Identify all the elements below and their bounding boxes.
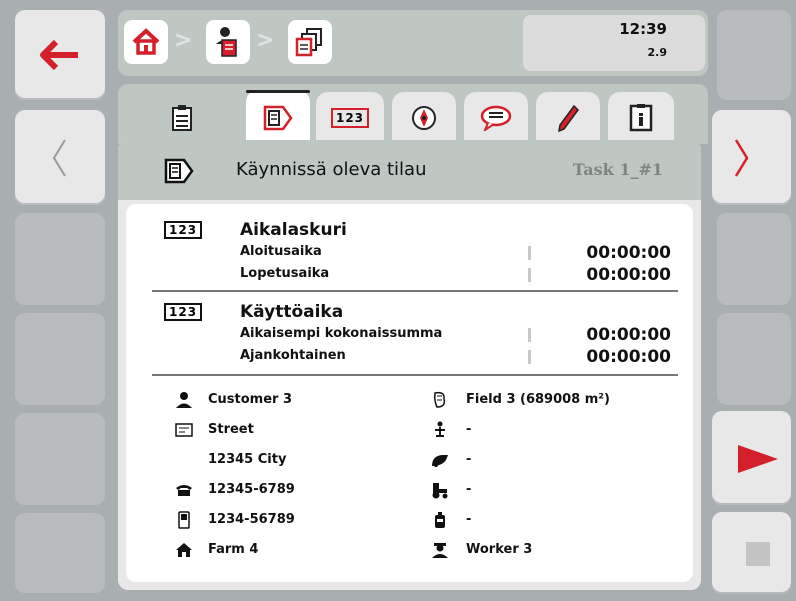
right-slot-4	[717, 313, 791, 405]
scroll-right-button[interactable]	[712, 110, 791, 205]
chevron-right-icon	[734, 139, 749, 177]
crumb-task-controller[interactable]	[206, 20, 250, 64]
tractor-value: -	[466, 482, 472, 497]
timer-title: Aikalaskuri	[240, 220, 347, 240]
documents-icon	[295, 28, 322, 57]
compass-icon	[412, 106, 436, 130]
divider	[528, 268, 531, 282]
crumb-orders[interactable]	[288, 20, 332, 64]
left-slot-5	[15, 413, 105, 505]
timer-start-value: 00:00:00	[586, 243, 671, 263]
customer-name: Customer 3	[208, 392, 293, 407]
phone-number: 12345-6789	[208, 482, 295, 497]
worker-icon	[430, 540, 450, 560]
implement-value: -	[466, 512, 472, 527]
fertilizer-value: -	[466, 452, 472, 467]
mobile-number: 1234-56789	[208, 512, 295, 527]
breadcrumb-separator: >	[174, 28, 193, 53]
street: Street	[208, 422, 254, 437]
pen-icon	[558, 104, 579, 132]
usage-current-value: 00:00:00	[586, 347, 671, 367]
usage-previous-value: 00:00:00	[586, 325, 671, 345]
tractor-icon	[430, 480, 450, 500]
timer-end-value: 00:00:00	[586, 265, 671, 285]
left-slot-6	[15, 513, 105, 593]
chevron-left-icon	[52, 139, 66, 177]
running-order-icon	[263, 105, 293, 131]
timer-start-label: Aloitusaika	[240, 244, 322, 259]
section-divider	[152, 374, 678, 376]
divider	[528, 246, 531, 260]
tab-active-indicator	[246, 90, 310, 93]
order-title: Käynnissä oleva tilau	[236, 159, 427, 180]
city: 12345 City	[208, 452, 287, 467]
task-id: Task 1_#1	[572, 160, 663, 179]
section-divider	[152, 290, 678, 292]
tab-active-order[interactable]	[246, 90, 310, 146]
breadcrumb-separator: >	[256, 28, 275, 53]
farm-icon	[174, 540, 194, 560]
info-document-icon	[629, 104, 653, 132]
home-icon	[132, 28, 160, 55]
left-slot-4	[15, 313, 105, 405]
order-content: 123 Aikalaskuri Aloitusaika 00:00:00 Lop…	[126, 204, 693, 582]
machine-value: -	[466, 422, 472, 437]
tab-comments[interactable]	[464, 92, 528, 144]
stop-icon	[746, 542, 770, 566]
usage-title: Käyttöaika	[240, 302, 344, 322]
phone-icon	[174, 480, 194, 500]
arrow-left-icon	[40, 40, 78, 70]
running-order-icon	[164, 158, 194, 184]
right-slot-3	[717, 213, 791, 305]
tab-info[interactable]	[608, 92, 674, 144]
address-icon	[174, 420, 194, 440]
start-button[interactable]	[712, 411, 791, 505]
right-slot-1	[717, 10, 791, 100]
divider	[528, 350, 531, 364]
customer-icon	[174, 390, 194, 410]
counter-icon: 123	[164, 303, 203, 321]
tab-edit[interactable]	[536, 92, 600, 144]
software-version: 2.9	[647, 46, 668, 59]
back-button[interactable]	[15, 10, 105, 100]
order-header: Käynnissä oleva tilau Task 1_#1	[118, 140, 701, 200]
farm-name: Farm 4	[208, 542, 259, 557]
usage-previous-label: Aikaisempi kokonaissumma	[240, 326, 443, 341]
divider	[528, 328, 531, 342]
clock-time: 12:39	[619, 20, 667, 38]
left-slot-3	[15, 213, 105, 305]
speech-bubble-icon	[480, 105, 512, 131]
implement-icon	[430, 510, 450, 530]
play-icon	[738, 445, 778, 473]
tab-order-list[interactable]	[158, 92, 206, 144]
counter-icon: 123	[164, 221, 203, 239]
scroll-left-button[interactable]	[15, 110, 105, 205]
usage-current-label: Ajankohtainen	[240, 348, 346, 363]
clipboard-icon	[172, 105, 192, 131]
crumb-home[interactable]	[124, 20, 168, 64]
person-document-icon	[216, 27, 237, 57]
field-name: Field 3 (689008 m²)	[466, 392, 610, 407]
order-panel: Käynnissä oleva tilau Task 1_#1 123 Aika…	[118, 140, 701, 590]
tab-counters[interactable]: 123	[316, 92, 384, 144]
stop-button[interactable]	[712, 512, 791, 594]
field-icon	[430, 390, 450, 410]
counter-icon: 123	[330, 108, 370, 128]
machine-icon	[430, 420, 450, 440]
timer-end-label: Lopetusaika	[240, 266, 330, 281]
fertilizer-icon	[430, 450, 450, 470]
clock-box: 12:39 2.9	[523, 15, 705, 71]
mobile-icon	[174, 510, 194, 530]
worker-name: Worker 3	[466, 542, 533, 557]
tab-location[interactable]	[392, 92, 456, 144]
